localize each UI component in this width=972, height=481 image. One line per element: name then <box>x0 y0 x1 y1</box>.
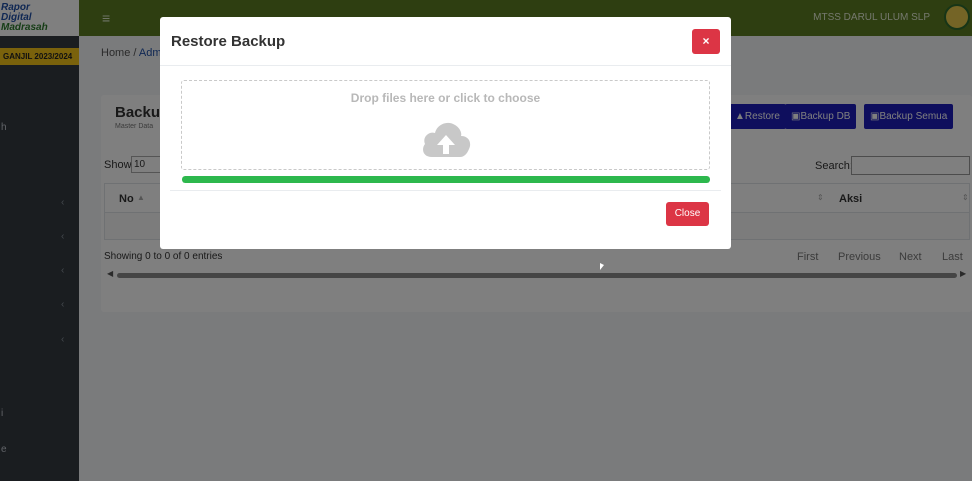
modal-title: Restore Backup <box>171 33 286 50</box>
dropzone-text: Drop files here or click to choose <box>350 91 541 105</box>
close-icon[interactable]: × <box>692 29 720 54</box>
upload-progress-fill <box>182 176 710 183</box>
divider <box>160 65 731 66</box>
restore-backup-modal: Restore Backup × Drop files here or clic… <box>160 17 731 249</box>
mouse-cursor-icon <box>600 263 604 270</box>
upload-progress <box>182 176 710 183</box>
divider <box>170 190 721 191</box>
file-dropzone[interactable]: Drop files here or click to choose <box>181 80 710 170</box>
close-button[interactable]: Close <box>666 202 709 226</box>
cloud-upload-icon <box>423 122 471 157</box>
